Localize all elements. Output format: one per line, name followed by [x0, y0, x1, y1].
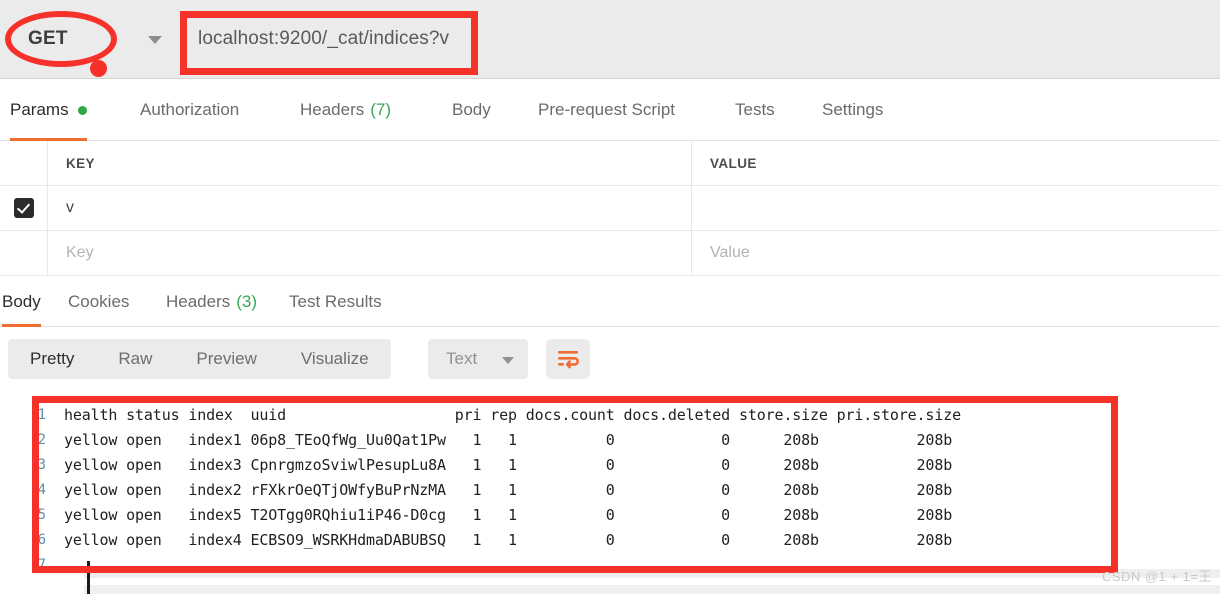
- response-tab-cookies-label: Cookies: [68, 291, 130, 311]
- tab-tests-label: Tests: [735, 100, 775, 119]
- http-method-label: GET: [28, 28, 68, 49]
- param-value-cell[interactable]: [692, 186, 1220, 230]
- view-mode-visualize[interactable]: Visualize: [279, 339, 391, 379]
- request-tab-bar: Params Authorization Headers (7) Body Pr…: [0, 79, 1220, 141]
- params-header-key-cell: KEY: [48, 141, 692, 185]
- tab-settings[interactable]: Settings: [822, 79, 883, 141]
- line-number: 6: [37, 531, 46, 548]
- chevron-down-icon: [148, 36, 162, 44]
- response-body-viewer[interactable]: 1 health status index uuid pri rep docs.…: [0, 391, 1220, 594]
- column-header-key: KEY: [66, 155, 95, 171]
- response-tab-bar: Body Cookies Headers (3) Test Results: [0, 276, 1220, 327]
- response-format-selector[interactable]: Text: [428, 339, 528, 379]
- line-number: 5: [37, 506, 46, 523]
- response-tab-headers-count: (3): [236, 291, 258, 311]
- code-line: 6 yellow open index4 ECBSO9_WSRKHdmaDABU…: [0, 527, 1220, 552]
- tab-pre-request-script-label: Pre-request Script: [538, 100, 675, 119]
- tab-headers-count: (7): [370, 100, 392, 119]
- param-value-placeholder: Value: [710, 244, 750, 261]
- params-header-check-cell: [0, 141, 48, 185]
- checkbox-checked-icon: [13, 198, 34, 218]
- line-text: yellow open index3 CpnrgmzoSviwlPesupLu8…: [64, 455, 953, 474]
- response-tab-test-results-label: Test Results: [289, 291, 382, 311]
- response-view-mode-group: Pretty Raw Preview Visualize: [8, 339, 391, 379]
- line-text: yellow open index5 T2OTgg0RQhiu1iP46-D0c…: [64, 505, 953, 524]
- table-row-placeholder[interactable]: Key Value: [0, 231, 1220, 276]
- word-wrap-icon: [558, 351, 579, 369]
- url-text: localhost:9200/_cat/indices?v: [198, 28, 450, 49]
- code-line: 2 yellow open index1 06p8_TEoQfWg_Uu0Qat…: [0, 427, 1220, 452]
- word-wrap-button[interactable]: [546, 339, 590, 379]
- line-number: 2: [37, 431, 46, 448]
- code-line: 1 health status index uuid pri rep docs.…: [0, 402, 1220, 427]
- params-modified-dot-icon: [77, 105, 87, 115]
- params-header-value-cell: VALUE: [692, 141, 1220, 185]
- table-row[interactable]: v: [0, 186, 1220, 231]
- param-placeholder-check-cell[interactable]: [0, 231, 48, 275]
- line-number: 3: [37, 456, 46, 473]
- line-number: 4: [37, 481, 46, 498]
- response-tab-cookies[interactable]: Cookies: [68, 276, 129, 327]
- line-number: 1: [37, 406, 46, 423]
- chevron-down-icon: [502, 357, 514, 364]
- params-table: KEY VALUE v Key Value: [0, 141, 1220, 276]
- param-placeholder-key-cell[interactable]: Key: [48, 231, 692, 275]
- line-number: 7: [37, 556, 46, 573]
- tab-params-label: Params: [10, 100, 69, 119]
- text-cursor-caret: [87, 561, 90, 594]
- column-header-value: VALUE: [710, 155, 757, 171]
- line-text: yellow open index2 rFXkrOeQTjOWfyBuPrNzM…: [64, 480, 953, 499]
- tab-pre-request-script[interactable]: Pre-request Script: [538, 79, 675, 141]
- params-header-row: KEY VALUE: [0, 141, 1220, 186]
- param-key-cell[interactable]: v: [48, 186, 692, 230]
- tab-settings-label: Settings: [822, 100, 884, 119]
- line-text: yellow open index4 ECBSO9_WSRKHdmaDABUBS…: [64, 530, 953, 549]
- param-placeholder-value-cell[interactable]: Value: [692, 231, 1220, 275]
- view-mode-pretty[interactable]: Pretty: [8, 339, 96, 379]
- tab-headers-label: Headers: [300, 100, 365, 119]
- watermark: CSDN @1 + 1=王: [1101, 569, 1212, 584]
- tab-tests[interactable]: Tests: [735, 79, 775, 141]
- tab-authorization-label: Authorization: [140, 100, 240, 119]
- url-input[interactable]: localhost:9200/_cat/indices?v: [190, 14, 1200, 64]
- http-method-selector[interactable]: GET: [10, 14, 180, 64]
- code-line: 3 yellow open index3 CpnrgmzoSviwlPesupL…: [0, 452, 1220, 477]
- response-tab-headers-label: Headers: [166, 291, 231, 311]
- param-key-placeholder: Key: [66, 244, 94, 261]
- tab-params[interactable]: Params: [10, 79, 87, 141]
- horizontal-scrollbar[interactable]: [84, 569, 1220, 578]
- response-tab-body-label: Body: [2, 291, 41, 311]
- line-text: health status index uuid pri rep docs.co…: [64, 405, 961, 424]
- tab-authorization[interactable]: Authorization: [140, 79, 239, 141]
- response-tab-test-results[interactable]: Test Results: [289, 276, 382, 327]
- code-line: 4 yellow open index2 rFXkrOeQTjOWfyBuPrN…: [0, 477, 1220, 502]
- annotation-dot: [90, 60, 107, 77]
- response-tab-body[interactable]: Body: [2, 276, 41, 327]
- param-enabled-checkbox[interactable]: [0, 186, 48, 230]
- view-mode-preview[interactable]: Preview: [174, 339, 278, 379]
- tab-body[interactable]: Body: [452, 79, 491, 141]
- request-url-bar: GET localhost:9200/_cat/indices?v: [0, 0, 1220, 79]
- tab-body-label: Body: [452, 100, 491, 119]
- response-toolbar: Pretty Raw Preview Visualize Text: [0, 327, 1220, 391]
- code-line: 5 yellow open index5 T2OTgg0RQhiu1iP46-D…: [0, 502, 1220, 527]
- tab-headers[interactable]: Headers (7): [300, 79, 391, 141]
- method-url-divider: [180, 14, 181, 64]
- response-tab-headers[interactable]: Headers (3): [166, 276, 257, 327]
- view-mode-raw[interactable]: Raw: [96, 339, 174, 379]
- response-format-label: Text: [446, 349, 478, 368]
- param-key-value: v: [66, 199, 74, 216]
- horizontal-scrollbar-secondary[interactable]: [84, 585, 1220, 594]
- line-text: yellow open index1 06p8_TEoQfWg_Uu0Qat1P…: [64, 430, 953, 449]
